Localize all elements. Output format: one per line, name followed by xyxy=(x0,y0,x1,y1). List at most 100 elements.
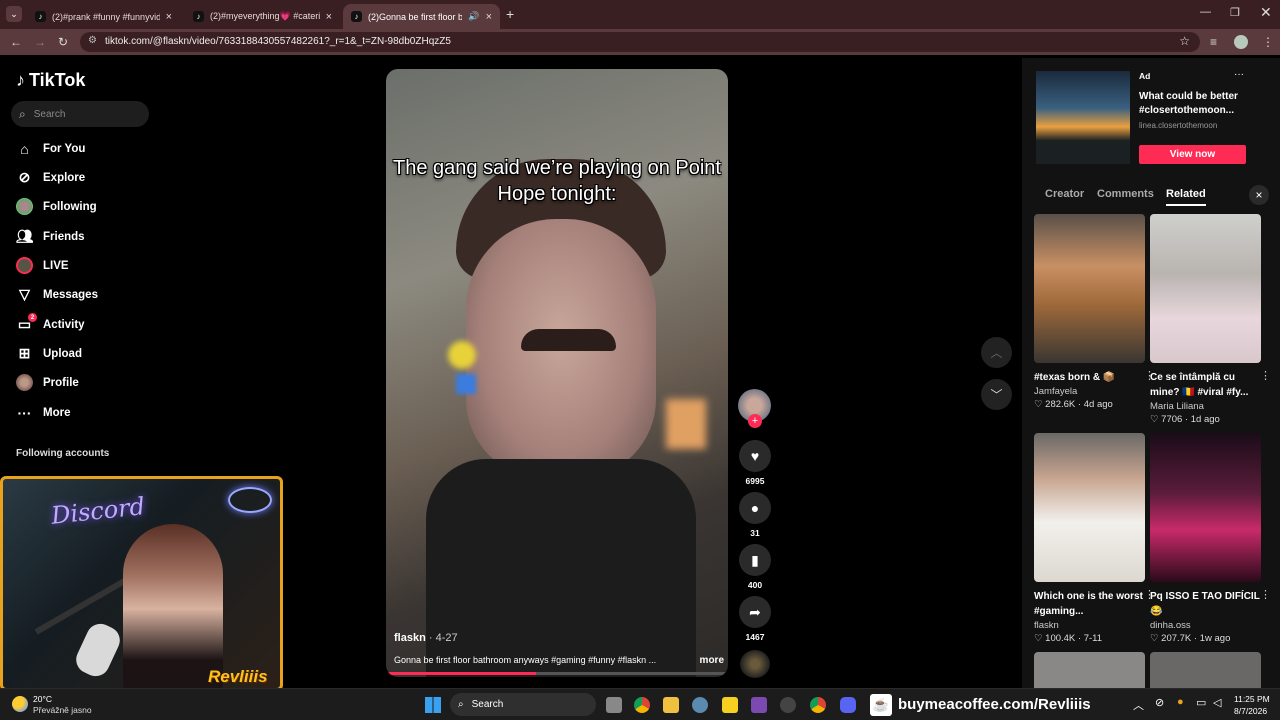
comment-action[interactable]: ● 31 xyxy=(739,492,771,538)
clock-time[interactable]: 11:25 PM xyxy=(1234,694,1270,704)
close-panel-button[interactable]: × xyxy=(1249,185,1269,205)
related-title[interactable]: Ce se întâmplă cu mine? 🇷🇴 #viral #fy... xyxy=(1150,370,1261,400)
previous-video-button[interactable]: ︿ xyxy=(981,337,1012,368)
share-icon[interactable]: ➦ xyxy=(739,596,771,628)
discord-icon[interactable] xyxy=(840,697,856,713)
weather-temp[interactable]: 20°C xyxy=(33,694,52,704)
tab-comments[interactable]: Comments xyxy=(1097,188,1154,200)
browser-tab-2[interactable]: ♪ (2)#myeverything💗 #caterinca × xyxy=(185,4,340,29)
tab-close-icon[interactable]: × xyxy=(166,11,172,23)
related-thumbnail-dark-room[interactable] xyxy=(1150,433,1261,582)
search-input[interactable]: ⌕ Search xyxy=(11,101,149,127)
save-action[interactable]: ▮ 400 xyxy=(739,544,771,590)
speaker-icon[interactable]: 🔊 xyxy=(468,11,479,22)
network-icon[interactable]: ⊘ xyxy=(1155,696,1164,709)
related-video-card[interactable]: Pq ISSO E TAO DIFÍCIL 😂 dinha.oss ♡ 207.… xyxy=(1150,433,1271,644)
taskbar-search[interactable]: ⌕ Search xyxy=(450,693,596,716)
volume-icon[interactable]: ◁ xyxy=(1213,696,1221,709)
nav-label: Messages xyxy=(43,288,98,301)
more-button[interactable]: more xyxy=(700,655,724,666)
related-author[interactable]: flaskn xyxy=(1034,620,1145,631)
follow-plus-button[interactable]: + xyxy=(748,414,762,428)
chrome-icon[interactable] xyxy=(634,697,650,713)
tab-related[interactable]: Related xyxy=(1166,188,1206,206)
related-thumbnail-partial[interactable] xyxy=(1034,652,1145,688)
nav-item-following[interactable]: Following xyxy=(16,198,97,215)
media-control-icon[interactable]: ≡ xyxy=(1210,35,1217,49)
app-icon[interactable] xyxy=(751,697,767,713)
ad-view-now-button[interactable]: View now xyxy=(1139,145,1246,164)
tab-close-icon[interactable]: × xyxy=(486,11,492,23)
microphone-icon[interactable]: ● xyxy=(1177,696,1184,708)
close-window-icon[interactable]: ✕ xyxy=(1260,4,1272,21)
video-player[interactable]: The gang said we’re playing on Point Hop… xyxy=(386,69,728,677)
related-title[interactable]: #texas born & 📦 xyxy=(1034,370,1145,385)
nav-item-for-you[interactable]: ⌂ For You xyxy=(16,140,85,157)
nav-item-live[interactable]: LIVE xyxy=(16,257,69,274)
tab-creator[interactable]: Creator xyxy=(1045,188,1084,200)
like-action[interactable]: ♥ 6995 xyxy=(739,440,771,486)
related-author[interactable]: Jamfayela xyxy=(1034,386,1145,397)
ad-title[interactable]: What could be better #closertothemoon... xyxy=(1139,90,1254,118)
settings-icon[interactable] xyxy=(692,697,708,713)
tab-list-dropdown[interactable]: ⌄ xyxy=(6,6,22,22)
browser-menu-icon[interactable]: ⋮ xyxy=(1262,35,1274,49)
nav-item-more[interactable]: ··· More xyxy=(16,404,71,421)
url-field[interactable]: ⚙ tiktok.com/@flaskn/video/7633188430557… xyxy=(80,32,1200,52)
tab-close-icon[interactable]: × xyxy=(326,11,332,23)
task-view-icon[interactable] xyxy=(606,697,622,713)
minimize-icon[interactable]: — xyxy=(1200,6,1211,18)
related-title[interactable]: Which one is the worst #gaming... xyxy=(1034,589,1145,619)
nav-item-friends[interactable]: 👥︎ Friends xyxy=(16,228,85,245)
bookmark-star-icon[interactable]: ☆ xyxy=(1179,34,1190,48)
nav-item-explore[interactable]: ⊘ Explore xyxy=(16,169,86,186)
nav-item-profile[interactable]: Profile xyxy=(16,374,79,391)
ad-menu-icon[interactable]: ··· xyxy=(1234,69,1244,80)
next-video-button[interactable]: ﹀ xyxy=(981,379,1012,410)
related-title[interactable]: Pq ISSO E TAO DIFÍCIL 😂 xyxy=(1150,589,1261,619)
tiktok-logo[interactable]: ♪ TikTok xyxy=(16,70,85,91)
reload-icon[interactable]: ↻ xyxy=(58,35,68,49)
card-menu-icon[interactable]: ⋮ xyxy=(1260,588,1271,601)
weather-icon[interactable] xyxy=(12,696,28,712)
display-icon[interactable]: ▭ xyxy=(1196,696,1206,709)
related-thumbnail-cat[interactable] xyxy=(1034,214,1145,363)
profile-avatar-icon[interactable] xyxy=(1234,35,1248,49)
new-tab-button[interactable]: + xyxy=(506,6,514,22)
tray-chevron-icon[interactable]: ︿ xyxy=(1133,697,1144,713)
related-author[interactable]: Maria Liliana xyxy=(1150,401,1261,412)
video-progress-bar[interactable] xyxy=(386,672,728,675)
site-info-icon[interactable]: ⚙ xyxy=(88,35,97,46)
related-video-card[interactable]: Ce se întâmplă cu mine? 🇷🇴 #viral #fy...… xyxy=(1150,214,1271,425)
browser-address-bar: ← → ↻ ⚙ tiktok.com/@flaskn/video/7633188… xyxy=(0,29,1280,55)
clock-date[interactable]: 8/7/2026 xyxy=(1234,706,1267,716)
heart-icon[interactable]: ♥ xyxy=(739,440,771,472)
related-thumbnail-partial[interactable] xyxy=(1150,652,1261,688)
related-video-card[interactable]: #texas born & 📦 Jamfayela ♡ 282.6K · 4d … xyxy=(1034,214,1155,410)
video-author-name[interactable]: flaskn xyxy=(394,632,426,644)
nav-item-upload[interactable]: ⊞ Upload xyxy=(16,345,82,362)
share-action[interactable]: ➦ 1467 xyxy=(739,596,771,642)
comment-icon[interactable]: ● xyxy=(739,492,771,524)
restore-icon[interactable]: ❐ xyxy=(1230,6,1240,19)
related-thumbnail-man[interactable] xyxy=(1034,433,1145,582)
browser-tab-3-active[interactable]: ♪ (2)Gonna be first floor bath 🔊 × xyxy=(343,4,500,29)
related-video-card[interactable]: Which one is the worst #gaming... flaskn… xyxy=(1034,433,1155,644)
back-icon[interactable]: ← xyxy=(10,35,22,49)
obs-icon[interactable] xyxy=(780,697,796,713)
nav-item-messages[interactable]: ▽ Messages xyxy=(16,286,98,303)
ad-thumbnail[interactable] xyxy=(1036,71,1130,164)
chrome-active-icon[interactable] xyxy=(810,697,826,713)
forward-icon[interactable]: → xyxy=(34,35,46,49)
browser-tab-1[interactable]: ♪ (2)#prank #funny #funnyvideo × xyxy=(27,4,180,29)
related-thumbnail-room[interactable] xyxy=(1150,214,1261,363)
bookmark-icon[interactable]: ▮ xyxy=(739,544,771,576)
video-author[interactable]: flaskn · 4-27 xyxy=(394,632,458,644)
sticky-notes-icon[interactable] xyxy=(722,697,738,713)
music-disc-icon[interactable] xyxy=(740,650,770,678)
card-menu-icon[interactable]: ⋮ xyxy=(1260,369,1271,382)
windows-start-icon[interactable] xyxy=(425,697,441,713)
nav-item-activity[interactable]: ▭ 2 Activity xyxy=(16,313,85,333)
file-explorer-icon[interactable] xyxy=(663,697,679,713)
related-author[interactable]: dinha.oss xyxy=(1150,620,1261,631)
